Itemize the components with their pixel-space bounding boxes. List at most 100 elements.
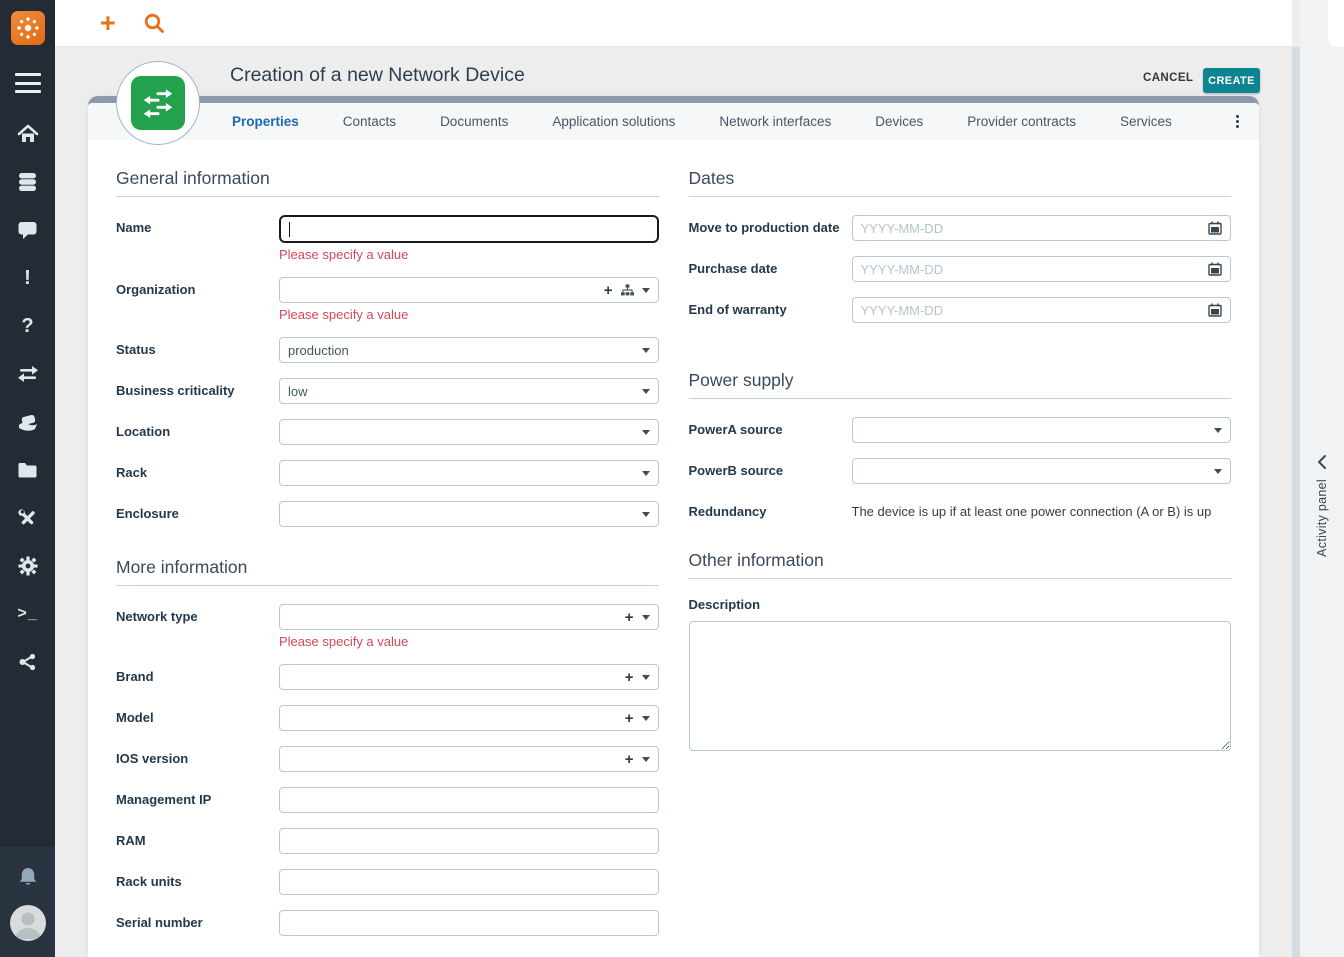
management-ip-input[interactable] <box>279 787 659 813</box>
caret-down-icon[interactable] <box>642 389 650 394</box>
ios-version-select[interactable]: + <box>279 746 659 772</box>
activity-panel-collapsed[interactable]: Activity panel <box>1300 0 1344 957</box>
caret-down-icon[interactable] <box>642 757 650 762</box>
field-row-name: Name Please specify a value <box>116 215 659 262</box>
add-icon[interactable]: + <box>625 752 634 767</box>
tab-application-solutions[interactable]: Application solutions <box>552 114 675 129</box>
rack-units-input[interactable] <box>279 869 659 895</box>
caret-down-icon[interactable] <box>1214 428 1222 433</box>
tab-properties[interactable]: Properties <box>232 114 299 129</box>
tab-provider-contracts[interactable]: Provider contracts <box>967 114 1076 129</box>
caret-down-icon[interactable] <box>642 430 650 435</box>
rack-units-label: Rack units <box>116 869 279 895</box>
question-icon[interactable]: ? <box>13 312 43 340</box>
add-icon[interactable]: + <box>604 283 613 298</box>
end-of-warranty-label: End of warranty <box>689 297 852 323</box>
quick-create-icon[interactable]: + <box>100 10 116 37</box>
section-dates: Dates Move to production date YYYY-MM-DD <box>689 168 1232 323</box>
caret-down-icon[interactable] <box>1214 469 1222 474</box>
section-title: Dates <box>689 168 1232 197</box>
field-row-end-of-warranty: End of warranty YYYY-MM-DD <box>689 297 1232 323</box>
kebab-menu-icon[interactable] <box>1232 111 1243 132</box>
caret-down-icon[interactable] <box>642 512 650 517</box>
cancel-button[interactable]: CANCEL <box>1143 72 1193 84</box>
caret-down-icon[interactable] <box>642 471 650 476</box>
ram-input[interactable] <box>279 828 659 854</box>
business-criticality-select[interactable]: low <box>279 378 659 404</box>
vertical-scrollbar[interactable] <box>1292 47 1300 957</box>
transfer-arrows-icon[interactable] <box>13 360 43 388</box>
add-icon[interactable]: + <box>625 670 634 685</box>
model-select[interactable]: + <box>279 705 659 731</box>
calendar-icon[interactable] <box>1208 303 1222 317</box>
end-of-warranty-date-input[interactable]: YYYY-MM-DD <box>852 297 1232 323</box>
tab-devices[interactable]: Devices <box>875 114 923 129</box>
network-device-icon <box>131 76 185 130</box>
home-icon[interactable] <box>13 120 43 148</box>
enclosure-select[interactable] <box>279 501 659 527</box>
name-label: Name <box>116 215 279 262</box>
chevron-left-icon[interactable] <box>1316 454 1328 470</box>
powera-source-select[interactable] <box>852 417 1232 443</box>
create-button[interactable]: CREATE <box>1203 68 1260 93</box>
object-creation-panel: Properties Contacts Documents Applicatio… <box>88 96 1259 957</box>
rack-select[interactable] <box>279 460 659 486</box>
settings-gear-icon[interactable] <box>13 552 43 580</box>
status-select[interactable]: production <box>279 337 659 363</box>
caret-down-icon[interactable] <box>642 348 650 353</box>
field-row-network-type: Network type + Please specify a value <box>116 604 659 649</box>
hamburger-menu-icon[interactable] <box>15 73 41 93</box>
organization-select[interactable]: + <box>279 277 659 303</box>
section-title: General information <box>116 168 659 197</box>
tab-documents[interactable]: Documents <box>440 114 508 129</box>
network-type-select[interactable]: + <box>279 604 659 630</box>
description-label: Description <box>689 597 1232 612</box>
notifications-bell-icon[interactable] <box>13 863 43 891</box>
powerb-source-label: PowerB source <box>689 458 852 484</box>
database-icon[interactable] <box>13 168 43 196</box>
brand-select[interactable]: + <box>279 664 659 690</box>
text-cursor <box>289 222 290 237</box>
field-row-serial-number: Serial number <box>116 910 659 936</box>
exclamation-icon[interactable]: ! <box>13 264 43 292</box>
tab-network-interfaces[interactable]: Network interfaces <box>719 114 831 129</box>
tab-bar: Properties Contacts Documents Applicatio… <box>88 103 1259 140</box>
object-class-medallion <box>116 61 200 145</box>
description-textarea[interactable] <box>689 621 1232 751</box>
section-title: Power supply <box>689 370 1232 399</box>
terminal-icon[interactable]: >_ <box>13 600 43 628</box>
caret-down-icon[interactable] <box>642 675 650 680</box>
organization-label: Organization <box>116 277 279 322</box>
itop-logo-icon[interactable] <box>11 11 45 45</box>
caret-down-icon[interactable] <box>642 716 650 721</box>
add-icon[interactable]: + <box>625 711 634 726</box>
add-icon[interactable]: + <box>625 610 634 625</box>
move-to-production-date-input[interactable]: YYYY-MM-DD <box>852 215 1232 241</box>
location-select[interactable] <box>279 419 659 445</box>
calendar-icon[interactable] <box>1208 221 1222 235</box>
caret-down-icon[interactable] <box>642 288 650 293</box>
field-row-model: Model + <box>116 705 659 731</box>
tools-icon[interactable] <box>13 504 43 532</box>
name-input[interactable] <box>279 215 659 243</box>
powerb-source-select[interactable] <box>852 458 1232 484</box>
serial-number-input[interactable] <box>279 910 659 936</box>
user-avatar[interactable] <box>10 905 46 941</box>
exclamation-glyph: ! <box>24 268 31 288</box>
chat-icon[interactable] <box>13 216 43 244</box>
search-icon[interactable] <box>143 12 165 34</box>
share-graph-icon[interactable] <box>13 648 43 676</box>
enclosure-label: Enclosure <box>116 501 279 527</box>
field-row-powerb-source: PowerB source <box>689 458 1232 484</box>
purchase-date-input[interactable]: YYYY-MM-DD <box>852 256 1232 282</box>
field-row-purchase-date: Purchase date YYYY-MM-DD <box>689 256 1232 282</box>
hierarchy-icon[interactable] <box>621 284 634 296</box>
folder-icon[interactable] <box>13 456 43 484</box>
tab-services[interactable]: Services <box>1120 114 1172 129</box>
section-title: Other information <box>689 550 1232 579</box>
model-label: Model <box>116 705 279 731</box>
tab-contacts[interactable]: Contacts <box>343 114 396 129</box>
hand-deliver-icon[interactable] <box>13 408 43 436</box>
calendar-icon[interactable] <box>1208 262 1222 276</box>
caret-down-icon[interactable] <box>642 615 650 620</box>
